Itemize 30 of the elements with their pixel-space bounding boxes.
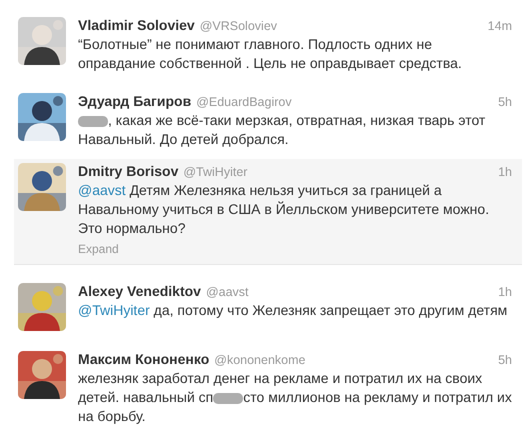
tweet-text: железняк заработал денег на рекламе и потратил их на своих детей. навальный сп сто миллионов на рекламу и потратил их на борьбу. [78, 369, 512, 426]
redaction-smudge [78, 116, 108, 127]
user-name[interactable]: Vladimir Soloviev [78, 17, 195, 33]
timestamp[interactable]: 5h [498, 95, 512, 109]
mention-link[interactable]: @TwiHyiter [78, 302, 150, 318]
tweet-card[interactable]: Эдуард Багиров @EduardBagirov 5h , какая же всё-таки мерзкая, отвратная, низкая тварь этот Навальный. До детей добрался. [14, 83, 522, 159]
tweet-text: @TwiHyiter да, потому что Железняк запрещает это другим детям [78, 301, 508, 320]
timestamp[interactable]: 1h [498, 285, 512, 299]
tweet-card[interactable]: Максим Кононенко @kononenkome 5h железняк заработал денег на рекламе и потратил их на своих детей. навальный сп сто миллионов на рекламу и потратил их на борьбу. [14, 341, 522, 436]
tweet-text: “Болотные” не понимают главного. Подлость одних не оправдание собственной . Цель не оправдывает средства. [78, 35, 463, 73]
expand-link[interactable]: Expand [78, 242, 119, 256]
user-name[interactable]: Alexey Venediktov [78, 283, 201, 299]
timestamp[interactable]: 1h [498, 165, 512, 179]
tweet-card[interactable]: Vladimir Soloviev @VRSoloviev 14m “Болотные” не понимают главного. Подлость одних не оправдание собственной . Цель не оправдывает средства. [14, 7, 522, 83]
redaction-smudge [213, 392, 244, 404]
timestamp[interactable]: 5h [498, 353, 512, 367]
tweet-text: , какая же всё-таки мерзкая, отвратная, низкая тварь этот Навальный. До детей добрался. [78, 111, 486, 149]
user-handle[interactable]: @aavst [206, 285, 249, 299]
user-handle[interactable]: @kononenkome [214, 353, 306, 367]
user-handle[interactable]: @EduardBagirov [196, 95, 292, 109]
user-name[interactable]: Эдуард Багиров [78, 93, 192, 109]
tweet-card[interactable]: Alexey Venediktov @aavst 1h @TwiHyiter да, потому что Железняк запрещает это другим детям [14, 273, 522, 341]
tweet-card[interactable]: Dmitry Borisov @TwiHyiter 1h @aavst Детям Железняка нельзя учиться за границей а Навальному учиться в США в Йелльском университете можно. Это нормально? Expand [14, 159, 522, 265]
mention-link[interactable]: @aavst [78, 182, 126, 198]
user-name[interactable]: Максим Кононенко [78, 351, 210, 367]
user-handle[interactable]: @VRSoloviev [200, 19, 278, 33]
user-name[interactable]: Dmitry Borisov [78, 163, 178, 179]
tweet-text: @aavst Детям Железняка нельзя учиться за границей а Навальному учиться в США в Йелльском университете можно. Это нормально? [78, 181, 490, 238]
user-handle[interactable]: @TwiHyiter [183, 165, 248, 179]
timestamp[interactable]: 14m [488, 19, 512, 33]
